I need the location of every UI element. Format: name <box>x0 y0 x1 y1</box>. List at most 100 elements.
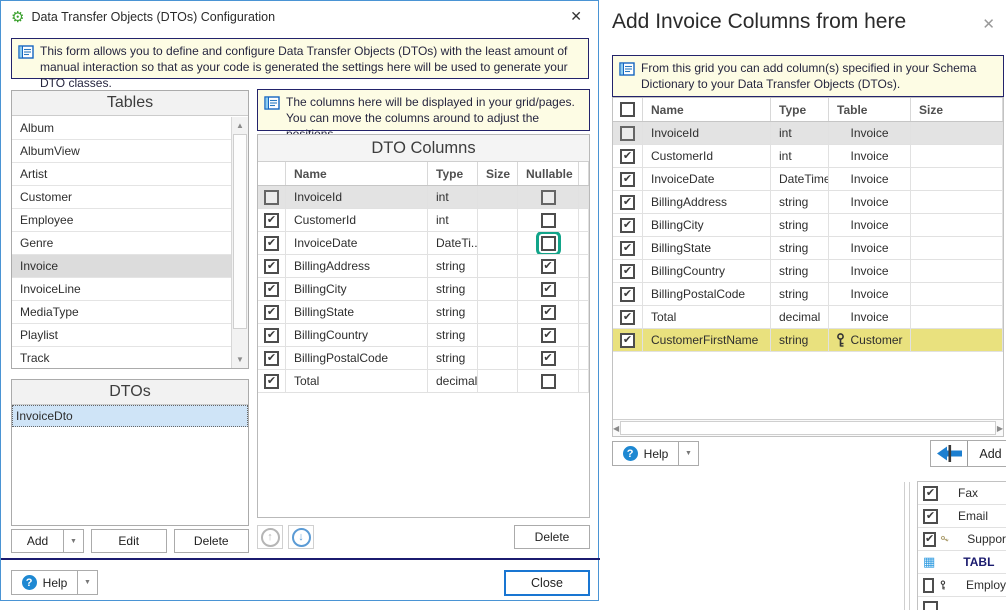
table-list-item[interactable]: Album <box>12 117 231 140</box>
scrollbar-thumb[interactable] <box>620 421 996 435</box>
checkbox[interactable]: ✔ <box>264 213 279 228</box>
checkbox[interactable]: ✔ <box>923 532 936 547</box>
edit-button[interactable]: Edit <box>91 529 167 553</box>
column-name-cell: BillingCity <box>286 278 428 300</box>
checkbox[interactable]: ✔ <box>264 351 279 366</box>
nullable-column-header[interactable]: Nullable <box>518 162 579 185</box>
column-size-cell <box>911 306 1003 328</box>
checkbox[interactable]: ✔ <box>620 264 635 279</box>
dto-column-row: ✔BillingStatestring✔ <box>258 301 589 324</box>
checkbox[interactable]: ✔ <box>923 486 938 501</box>
scroll-right-icon[interactable]: ▶ <box>997 420 1003 437</box>
checkbox[interactable] <box>264 190 279 205</box>
help-split-button[interactable]: ? Help ▼ <box>612 441 699 466</box>
checkbox[interactable]: ✔ <box>541 328 556 343</box>
checkbox[interactable]: ✔ <box>620 241 635 256</box>
checkbox[interactable]: ✔ <box>541 259 556 274</box>
checkbox[interactable]: ✔ <box>620 218 635 233</box>
checkbox[interactable]: ✔ <box>541 282 556 297</box>
name-column-header[interactable]: Name <box>643 98 771 121</box>
table-list-item[interactable]: Invoice <box>12 255 231 278</box>
column-size-cell <box>911 260 1003 282</box>
table-list-item[interactable]: MediaType <box>12 301 231 324</box>
invoice-column-row: ✔BillingCitystringInvoice <box>613 214 1003 237</box>
tables-panel: Tables AlbumAlbumViewArtistCustomerEmplo… <box>11 90 249 369</box>
close-icon[interactable]: ✕ <box>564 6 588 27</box>
close-icon[interactable]: ✕ <box>977 13 1000 35</box>
include-cell: ✔ <box>613 237 643 259</box>
table-list-item[interactable]: InvoiceLine <box>12 278 231 301</box>
scroll-down-icon[interactable]: ▼ <box>232 351 248 368</box>
size-column-header[interactable]: Size <box>911 98 1003 121</box>
checkbox[interactable]: ✔ <box>620 287 635 302</box>
move-up-button[interactable]: ↑ <box>257 525 283 549</box>
checkbox[interactable]: ✔ <box>541 305 556 320</box>
type-column-header[interactable]: Type <box>771 98 829 121</box>
name-column-header[interactable]: Name <box>286 162 428 185</box>
delete-column-button[interactable]: Delete <box>514 525 590 549</box>
table-list-item[interactable]: Customer <box>12 186 231 209</box>
background-list-row: Employ <box>918 574 1006 597</box>
checkbox[interactable] <box>541 374 556 389</box>
checkbox[interactable] <box>923 578 934 593</box>
horizontal-scrollbar[interactable]: ◀ ▶ <box>613 419 1003 436</box>
scroll-left-icon[interactable]: ◀ <box>613 420 619 437</box>
table-list-item[interactable]: Playlist <box>12 324 231 347</box>
checkbox[interactable]: ✔ <box>620 333 635 348</box>
checkbox[interactable]: ✔ <box>620 310 635 325</box>
checkbox[interactable]: ✔ <box>264 236 279 251</box>
add-dropdown-icon[interactable]: ▼ <box>63 529 84 553</box>
column-name-cell: InvoiceId <box>643 122 771 144</box>
table-list-item[interactable]: AlbumView <box>12 140 231 163</box>
invoice-column-row: ✔TotaldecimalInvoice <box>613 306 1003 329</box>
type-column-header[interactable]: Type <box>428 162 478 185</box>
delete-dto-button[interactable]: Delete <box>174 529 250 553</box>
checkbox[interactable] <box>541 236 556 251</box>
add-split-button[interactable]: Add ▼ <box>11 529 84 553</box>
add-invoice-columns-dialog: Add Invoice Columns from here ✕ From thi… <box>610 0 1006 472</box>
include-cell: ✔ <box>613 191 643 213</box>
close-button[interactable]: Close <box>504 570 590 596</box>
checkbox[interactable]: ✔ <box>620 195 635 210</box>
table-list-item[interactable]: Employee <box>12 209 231 232</box>
checkbox[interactable]: ✔ <box>264 305 279 320</box>
checkbox[interactable]: ✔ <box>620 149 635 164</box>
spacer-cell <box>579 370 589 392</box>
add-columns-button[interactable]: Add <box>930 440 1006 467</box>
help-dropdown-icon[interactable]: ▼ <box>77 570 98 595</box>
help-split-button[interactable]: ? Help ▼ <box>11 570 98 595</box>
checkbox[interactable] <box>541 213 556 228</box>
invoice-columns-grid: Name Type Table Size InvoiceIdintInvoice… <box>612 97 1004 437</box>
help-button[interactable]: ? Help <box>11 570 77 595</box>
checkbox[interactable] <box>923 601 938 610</box>
checkbox[interactable]: ✔ <box>264 259 279 274</box>
checkbox[interactable]: ✔ <box>264 328 279 343</box>
column-size-cell <box>478 324 518 346</box>
checkbox[interactable]: ✔ <box>620 172 635 187</box>
columns-note: The columns here will be displayed in yo… <box>257 89 590 131</box>
dto-list-item[interactable]: InvoiceDto <box>12 405 248 427</box>
checkbox[interactable] <box>541 190 556 205</box>
move-down-button[interactable]: ↓ <box>288 525 314 549</box>
size-column-header[interactable]: Size <box>478 162 518 185</box>
checkbox[interactable]: ✔ <box>923 509 938 524</box>
table-column-header[interactable]: Table <box>829 98 911 121</box>
column-table-cell: Customer <box>829 329 911 351</box>
scroll-up-icon[interactable]: ▲ <box>232 117 248 134</box>
row-label: Suppor <box>967 532 1006 546</box>
add-button[interactable]: Add <box>11 529 63 553</box>
checkbox[interactable] <box>620 126 635 141</box>
checkbox[interactable]: ✔ <box>264 282 279 297</box>
scrollbar-thumb[interactable] <box>233 134 247 329</box>
select-all-checkbox[interactable] <box>620 102 635 117</box>
table-list-item[interactable]: Artist <box>12 163 231 186</box>
table-list-item[interactable]: Genre <box>12 232 231 255</box>
checkbox[interactable]: ✔ <box>541 351 556 366</box>
tables-scrollbar[interactable]: ▲ ▼ <box>231 117 248 368</box>
help-dropdown-icon[interactable]: ▼ <box>678 441 699 466</box>
table-list-item[interactable]: Track <box>12 347 231 368</box>
column-table-cell: Invoice <box>829 214 911 236</box>
column-table-cell: Invoice <box>829 122 911 144</box>
checkbox[interactable]: ✔ <box>264 374 279 389</box>
help-button[interactable]: ? Help <box>612 441 678 466</box>
